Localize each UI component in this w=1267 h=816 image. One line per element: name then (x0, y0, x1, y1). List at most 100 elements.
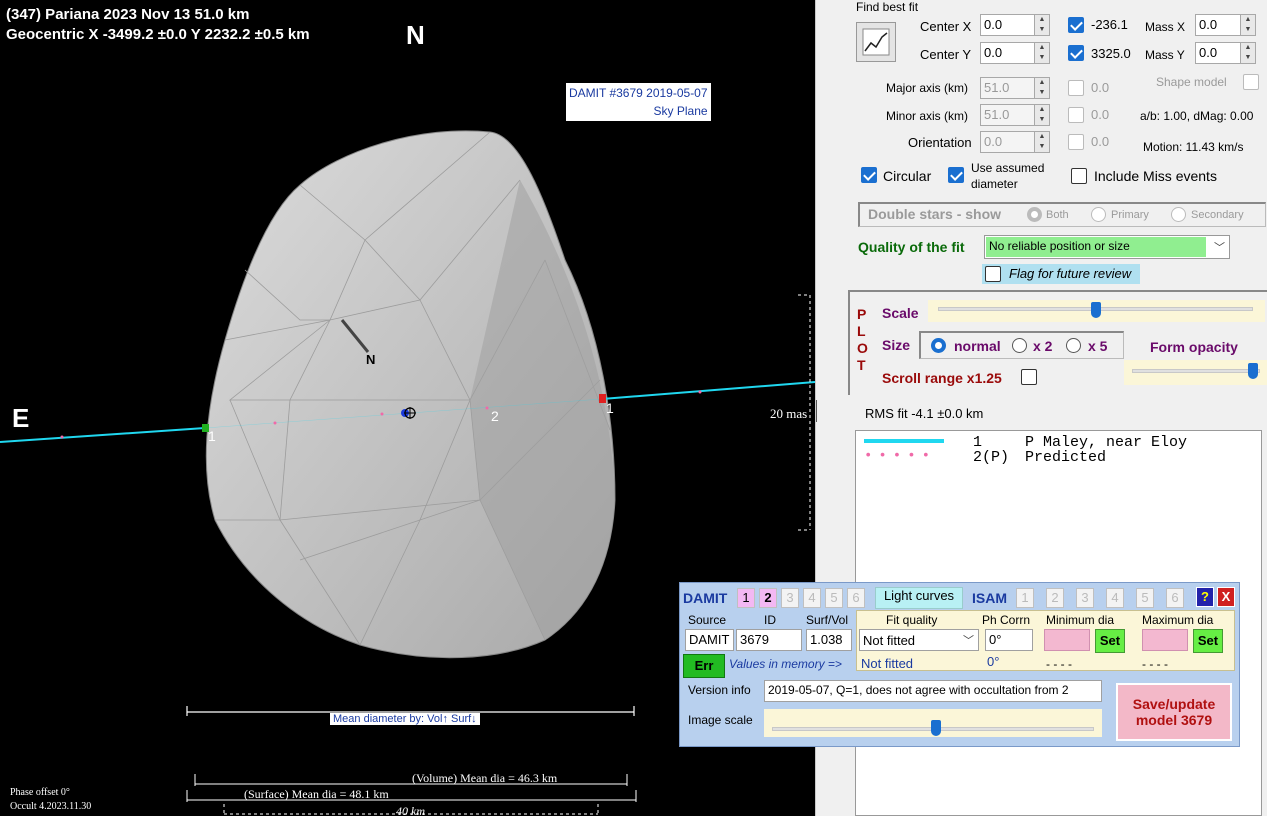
mass-x-label: Mass X (1145, 20, 1186, 34)
primary-radio[interactable] (1091, 207, 1106, 222)
memory-min-dia: - - - - (1046, 657, 1072, 671)
damit-title: DAMIT (683, 590, 728, 606)
plot-side-letter: T (857, 357, 866, 373)
version-info-value[interactable]: 2019-05-07, Q=1, does not agree with occ… (764, 680, 1102, 702)
fit-quality-select-value: Not fitted (863, 633, 916, 648)
major-axis-result: 0.0 (1091, 80, 1110, 95)
save-update-model-button[interactable]: Save/update model 3679 (1116, 683, 1232, 741)
size-normal-radio[interactable] (931, 338, 946, 353)
major-axis-input[interactable]: 51.0 (980, 77, 1036, 99)
image-scale-label: Image scale (688, 713, 753, 727)
secondary-radio[interactable] (1171, 207, 1186, 222)
minor-axis-input[interactable]: 51.0 (980, 104, 1036, 126)
circular-checkbox[interactable] (861, 167, 877, 183)
light-curves-button[interactable]: Light curves (875, 587, 963, 609)
damit-model-1-button[interactable]: 1 (737, 588, 755, 608)
flag-review-checkbox[interactable] (985, 266, 1001, 282)
minor-axis-checkbox[interactable] (1068, 107, 1084, 123)
mass-y-label: Mass Y (1145, 48, 1185, 62)
form-opacity-thumb[interactable] (1248, 363, 1258, 379)
minor-axis-spinner[interactable]: ▲ ▼ (1034, 104, 1050, 126)
scroll-range-checkbox[interactable] (1021, 369, 1037, 385)
orientation-label: Orientation (908, 135, 972, 150)
occult-version: Occult 4.2023.11.30 (10, 801, 92, 812)
form-opacity-label: Form opacity (1150, 339, 1238, 355)
center-y-spinner[interactable]: ▲ ▼ (1034, 42, 1050, 64)
major-axis-spinner[interactable]: ▲ ▼ (1034, 77, 1050, 99)
damit-model-4-button[interactable]: 4 (803, 588, 821, 608)
include-miss-checkbox[interactable] (1071, 168, 1087, 184)
legend-item-name: Predicted (1025, 449, 1107, 466)
plot-side-label: P L O T (857, 306, 868, 374)
min-dia-input[interactable] (1044, 629, 1090, 651)
image-scale-slider[interactable] (764, 709, 1102, 737)
surface-mean-dia: (Surface) Mean dia = 48.1 km (244, 787, 389, 801)
scale-slider-thumb[interactable] (1091, 302, 1101, 318)
orientation-result: 0.0 (1091, 134, 1110, 149)
rms-fit-text: RMS fit -4.1 ±0.0 km (865, 406, 984, 421)
set-min-dia-button[interactable]: Set (1095, 629, 1125, 653)
isam-model-1-button[interactable]: 1 (1016, 588, 1034, 608)
double-stars-label: Double stars - show (868, 206, 1002, 222)
center-x-input[interactable]: 0.0 (980, 14, 1036, 36)
size-label: Size (882, 337, 911, 353)
mass-x-input[interactable]: 0.0 (1195, 14, 1241, 36)
form-opacity-slider[interactable] (1124, 360, 1267, 385)
pole-label: N (366, 352, 376, 367)
err-button[interactable]: Err (683, 654, 725, 678)
mass-y-spinner[interactable]: ▲ ▼ (1240, 42, 1256, 64)
source-value: DAMIT (685, 629, 734, 651)
fit-quality-select[interactable]: Not fitted ﹀ (859, 629, 979, 651)
include-miss-label: Include Miss events (1094, 168, 1217, 184)
shape-model-checkbox[interactable] (1243, 74, 1259, 90)
damit-model-5-button[interactable]: 5 (825, 588, 843, 608)
center-x-checkbox[interactable] (1068, 17, 1084, 33)
both-radio[interactable] (1027, 207, 1042, 222)
primary-label: Primary (1111, 209, 1149, 221)
chord-label-left: 1 (208, 428, 216, 444)
close-button[interactable]: X (1217, 587, 1235, 607)
plot-title-line1: (347) Pariana 2023 Nov 13 51.0 km (6, 6, 250, 23)
isam-model-6-button[interactable]: 6 (1166, 588, 1184, 608)
orientation-checkbox[interactable] (1068, 134, 1084, 150)
mass-y-input[interactable]: 0.0 (1195, 42, 1241, 64)
surfvol-value: 1.038 (806, 629, 852, 651)
size-x2-label: x 2 (1033, 338, 1053, 354)
size-x2-radio[interactable] (1012, 338, 1027, 353)
scale-slider[interactable] (928, 300, 1265, 322)
damit-model-6-button[interactable]: 6 (847, 588, 865, 608)
mass-x-spinner[interactable]: ▲ ▼ (1240, 14, 1256, 36)
help-button[interactable]: ? (1196, 587, 1214, 607)
secondary-label: Secondary (1191, 209, 1244, 221)
ab-ratio-text: a/b: 1.00, dMag: 0.00 (1140, 109, 1254, 123)
predicted-label: 2 (491, 408, 499, 424)
quality-select[interactable]: No reliable position or size ﹀ (984, 235, 1230, 259)
save-button-line1: Save/update (1132, 696, 1216, 712)
orientation-input[interactable]: 0.0 (980, 131, 1036, 153)
isam-model-3-button[interactable]: 3 (1076, 588, 1094, 608)
observed-chord-line (0, 427, 206, 443)
isam-model-4-button[interactable]: 4 (1106, 588, 1124, 608)
center-y-checkbox[interactable] (1068, 45, 1084, 61)
ph-corr-input[interactable]: 0° (985, 629, 1033, 651)
set-max-dia-button[interactable]: Set (1193, 629, 1223, 653)
fit-quality-header: Fit quality (886, 613, 938, 627)
id-value: 3679 (736, 629, 802, 651)
center-x-spinner[interactable]: ▲ ▼ (1034, 14, 1050, 36)
image-scale-thumb[interactable] (931, 720, 941, 736)
size-x5-radio[interactable] (1066, 338, 1081, 353)
fit-button[interactable] (856, 22, 896, 62)
isam-model-5-button[interactable]: 5 (1136, 588, 1154, 608)
damit-model-3-button[interactable]: 3 (781, 588, 799, 608)
orientation-spinner[interactable]: ▲ ▼ (1034, 131, 1050, 153)
assumed-diameter-checkbox[interactable] (948, 167, 964, 183)
phase-offset: Phase offset 0° (10, 787, 70, 798)
isam-model-2-button[interactable]: 2 (1046, 588, 1064, 608)
damit-model-2-button[interactable]: 2 (759, 588, 777, 608)
volume-diameter-bar (194, 774, 628, 786)
major-axis-checkbox[interactable] (1068, 80, 1084, 96)
center-y-input[interactable]: 0.0 (980, 42, 1036, 64)
id-header: ID (764, 613, 776, 627)
center-y-label: Center Y (920, 47, 972, 62)
max-dia-input[interactable] (1142, 629, 1188, 651)
